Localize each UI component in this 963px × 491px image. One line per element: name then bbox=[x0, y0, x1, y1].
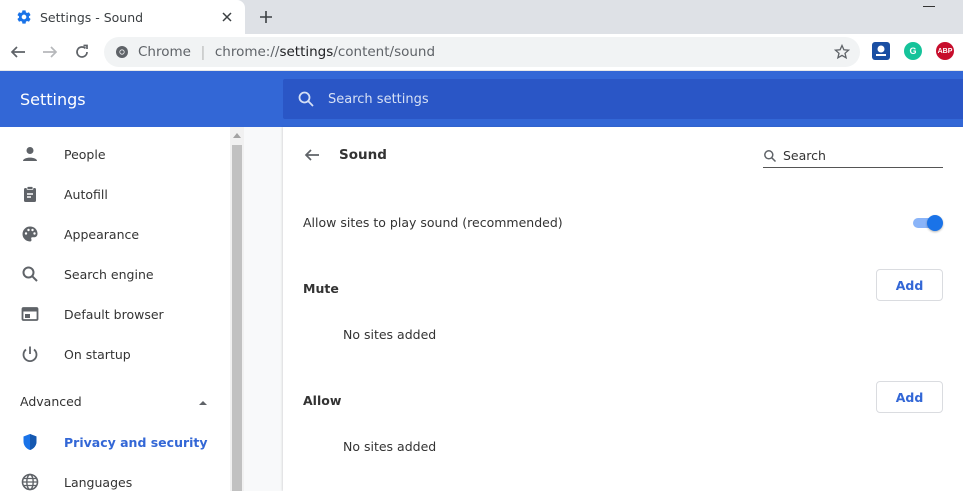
sidebar-item-on-startup[interactable]: On startup bbox=[0, 334, 230, 374]
page-title: Sound bbox=[339, 147, 387, 163]
gear-icon bbox=[16, 9, 32, 25]
reload-icon bbox=[76, 44, 88, 58]
sidebar-item-default-browser[interactable]: Default browser bbox=[0, 294, 230, 334]
browser-window-icon bbox=[20, 304, 40, 324]
address-bar[interactable]: Chrome | chrome://settings/content/sound bbox=[104, 37, 860, 67]
tab-settings-sound[interactable]: Settings - Sound bbox=[0, 0, 245, 34]
extension-ecosia-icon[interactable] bbox=[872, 42, 890, 60]
close-icon[interactable] bbox=[219, 9, 235, 25]
sidebar-item-label: Search engine bbox=[64, 266, 154, 282]
caret-up-icon[interactable] bbox=[198, 400, 208, 406]
url-path: /content/sound bbox=[333, 44, 436, 60]
search-icon bbox=[298, 91, 314, 107]
minimize-window-button[interactable] bbox=[923, 6, 935, 7]
settings-title: Settings bbox=[20, 90, 86, 109]
tab-title: Settings - Sound bbox=[40, 9, 144, 25]
bookmark-star-icon[interactable] bbox=[834, 44, 850, 60]
sidebar-item-label: Privacy and security bbox=[64, 434, 208, 450]
settings-header: Settings bbox=[0, 71, 963, 127]
scroll-up-arrow-icon[interactable] bbox=[233, 132, 241, 138]
allow-sound-label: Allow sites to play sound (recommended) bbox=[303, 215, 563, 230]
mute-add-button[interactable]: Add bbox=[876, 269, 943, 301]
sidebar-item-label: Default browser bbox=[64, 306, 164, 322]
reload-button[interactable] bbox=[72, 42, 92, 62]
sidebar-item-label: On startup bbox=[64, 346, 131, 362]
sidebar-item-appearance[interactable]: Appearance bbox=[0, 214, 230, 254]
shield-icon bbox=[20, 432, 40, 452]
globe-icon bbox=[20, 472, 40, 491]
toggle-knob bbox=[927, 215, 943, 231]
arrow-right-icon bbox=[43, 46, 58, 58]
search-icon bbox=[764, 149, 777, 162]
sidebar-item-label: Appearance bbox=[64, 226, 140, 242]
settings-search-bar[interactable] bbox=[283, 79, 963, 119]
sidebar-item-label: People bbox=[64, 146, 106, 162]
sidebar-advanced-toggle[interactable]: Advanced bbox=[20, 394, 82, 409]
back-button[interactable] bbox=[8, 42, 28, 62]
sound-search-input[interactable] bbox=[783, 148, 933, 163]
allow-add-button[interactable]: Add bbox=[876, 381, 943, 413]
arrow-left-icon bbox=[10, 46, 25, 58]
mute-heading: Mute bbox=[303, 281, 339, 296]
person-icon bbox=[20, 144, 40, 164]
allow-empty-text: No sites added bbox=[343, 439, 437, 454]
new-tab-button[interactable] bbox=[256, 7, 276, 27]
sidebar-scrollbar[interactable] bbox=[230, 127, 244, 491]
clipboard-icon bbox=[20, 184, 40, 204]
chrome-icon bbox=[116, 46, 128, 58]
tab-strip: Settings - Sound bbox=[0, 0, 963, 34]
mute-empty-text: No sites added bbox=[343, 327, 437, 342]
browser-toolbar: Chrome | chrome://settings/content/sound bbox=[0, 34, 963, 71]
grammarly-letter: G bbox=[909, 46, 917, 56]
security-chip[interactable]: Chrome bbox=[138, 44, 191, 60]
palette-icon bbox=[20, 224, 40, 244]
power-icon bbox=[20, 344, 40, 364]
back-arrow-icon[interactable] bbox=[303, 146, 321, 164]
extension-grammarly-icon[interactable]: G bbox=[904, 42, 922, 60]
url-text: chrome://settings/content/sound bbox=[215, 44, 435, 60]
sidebar-item-label: Languages bbox=[64, 474, 133, 490]
settings-sidebar: People Autofill Appearance Search engine… bbox=[0, 127, 230, 491]
sidebar-item-privacy-and-security[interactable]: Privacy and security bbox=[0, 422, 230, 462]
allow-heading: Allow bbox=[303, 393, 342, 408]
sound-search-box[interactable] bbox=[763, 144, 943, 168]
extension-adblock-plus-icon[interactable]: ABP bbox=[936, 42, 954, 60]
address-separator: | bbox=[200, 43, 205, 61]
search-icon bbox=[20, 264, 40, 284]
allow-sound-toggle[interactable] bbox=[911, 214, 943, 232]
sidebar-item-autofill[interactable]: Autofill bbox=[0, 174, 230, 214]
forward-button[interactable] bbox=[40, 42, 60, 62]
sidebar-item-label: Autofill bbox=[64, 186, 108, 202]
sidebar-item-languages[interactable]: Languages bbox=[0, 462, 230, 491]
url-prefix: chrome:// bbox=[214, 44, 280, 60]
scrollbar-thumb[interactable] bbox=[232, 145, 242, 491]
sound-settings-card: Sound Allow sites to play sound (recomme… bbox=[283, 127, 963, 491]
sidebar-item-people[interactable]: People bbox=[0, 134, 230, 174]
abp-letters: ABP bbox=[937, 47, 953, 55]
url-host: settings bbox=[279, 44, 334, 60]
settings-search-input[interactable] bbox=[328, 91, 888, 107]
sidebar-item-search-engine[interactable]: Search engine bbox=[0, 254, 230, 294]
